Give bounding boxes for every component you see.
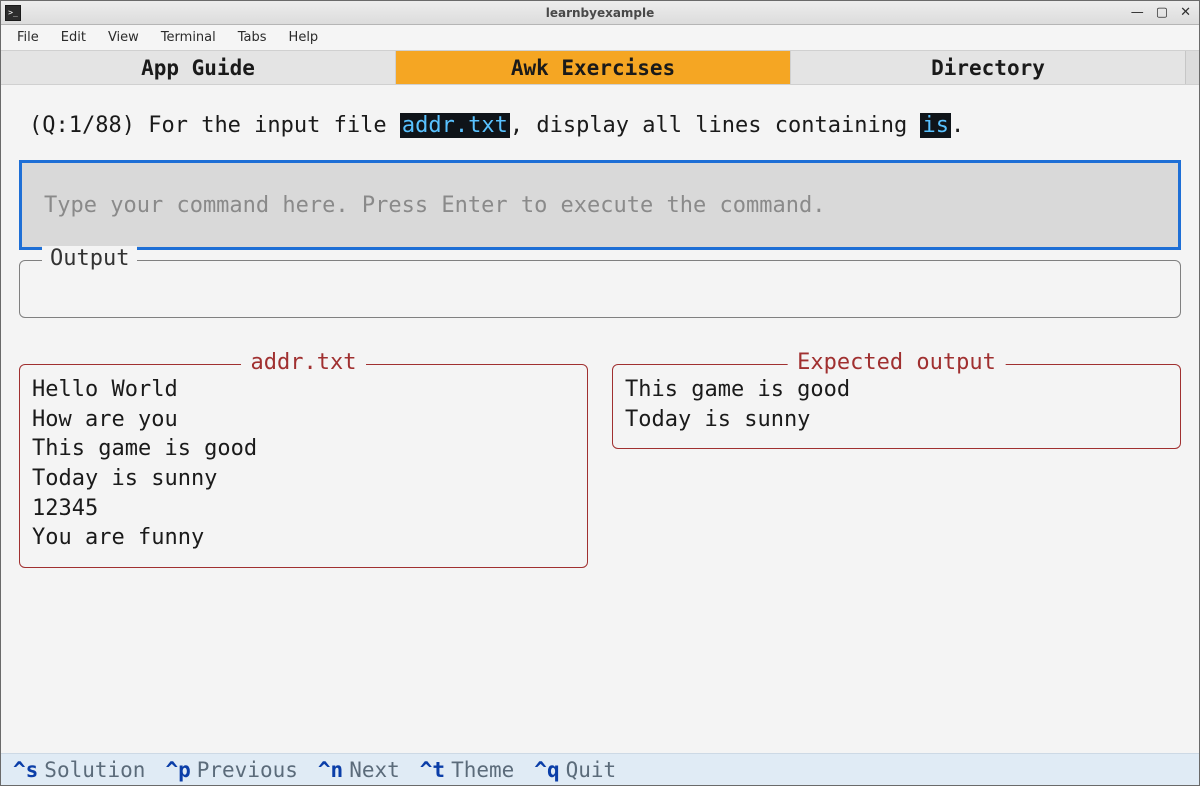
question-pre: For the input file [135, 113, 400, 138]
terminal-app-icon-glyph: >_ [8, 8, 18, 17]
shortcut-previous-key: ^p [165, 758, 190, 782]
menubar: File Edit View Terminal Tabs Help [1, 25, 1199, 51]
expected-output-panel: Expected output This game is good Today … [612, 364, 1181, 449]
menu-terminal[interactable]: Terminal [151, 27, 226, 48]
question-mid: , display all lines containing [510, 113, 921, 138]
shortcut-theme-key: ^t [420, 758, 445, 782]
shortcut-next-key: ^n [318, 758, 343, 782]
window-root: >_ learnbyexample — ▢ ✕ File Edit View T… [0, 0, 1200, 786]
terminal-app-icon: >_ [5, 5, 21, 21]
footer-bar: ^s Solution ^p Previous ^n Next ^t Theme… [1, 753, 1199, 785]
shortcut-theme-label: Theme [451, 758, 514, 782]
question-text: (Q:1/88) For the input file addr.txt, di… [17, 103, 1183, 160]
content-area: (Q:1/88) For the input file addr.txt, di… [1, 85, 1199, 753]
titlebar: >_ learnbyexample — ▢ ✕ [1, 1, 1199, 25]
app-body: App Guide Awk Exercises Directory (Q:1/8… [1, 51, 1199, 785]
question-counter: (Q:1/88) [29, 113, 135, 138]
input-file-panel: addr.txt Hello World How are you This ga… [19, 364, 588, 568]
shortcut-quit-label: Quit [566, 758, 617, 782]
shortcut-solution-label: Solution [44, 758, 145, 782]
shortcut-quit[interactable]: ^q Quit [534, 758, 616, 782]
scrollbar-gutter[interactable] [1185, 51, 1199, 84]
tab-awk-exercises[interactable]: Awk Exercises [396, 51, 791, 84]
expected-output-legend: Expected output [787, 350, 1006, 375]
tabs-row: App Guide Awk Exercises Directory [1, 51, 1199, 85]
shortcut-solution-key: ^s [13, 758, 38, 782]
shortcut-quit-key: ^q [534, 758, 559, 782]
window-controls: — ▢ ✕ [1131, 6, 1199, 19]
shortcut-previous[interactable]: ^p Previous [165, 758, 297, 782]
shortcut-next-label: Next [349, 758, 400, 782]
shortcut-previous-label: Previous [197, 758, 298, 782]
question-code-pattern: is [920, 113, 951, 138]
question-code-filename: addr.txt [400, 113, 510, 138]
input-file-text: Hello World How are you This game is goo… [32, 375, 575, 553]
menu-view[interactable]: View [98, 27, 149, 48]
shortcut-next[interactable]: ^n Next [318, 758, 400, 782]
panels-row: addr.txt Hello World How are you This ga… [19, 364, 1181, 568]
input-file-legend: addr.txt [241, 350, 367, 375]
question-post: . [951, 113, 964, 138]
minimize-button[interactable]: — [1131, 6, 1144, 19]
tab-app-guide[interactable]: App Guide [1, 51, 396, 84]
menu-help[interactable]: Help [279, 27, 329, 48]
menu-file[interactable]: File [7, 27, 49, 48]
shortcut-theme[interactable]: ^t Theme [420, 758, 515, 782]
output-panel: Output [19, 260, 1181, 318]
command-input[interactable] [44, 193, 1156, 218]
tab-directory[interactable]: Directory [791, 51, 1185, 84]
maximize-button[interactable]: ▢ [1156, 6, 1168, 19]
shortcut-solution[interactable]: ^s Solution [13, 758, 145, 782]
output-legend: Output [42, 246, 137, 271]
menu-tabs[interactable]: Tabs [228, 27, 277, 48]
expected-output-text: This game is good Today is sunny [625, 375, 1168, 434]
menu-edit[interactable]: Edit [51, 27, 96, 48]
tabs-row-inner: App Guide Awk Exercises Directory [1, 51, 1185, 84]
command-input-wrap[interactable] [19, 160, 1181, 250]
window-title: learnbyexample [1, 6, 1199, 20]
close-button[interactable]: ✕ [1180, 6, 1191, 19]
